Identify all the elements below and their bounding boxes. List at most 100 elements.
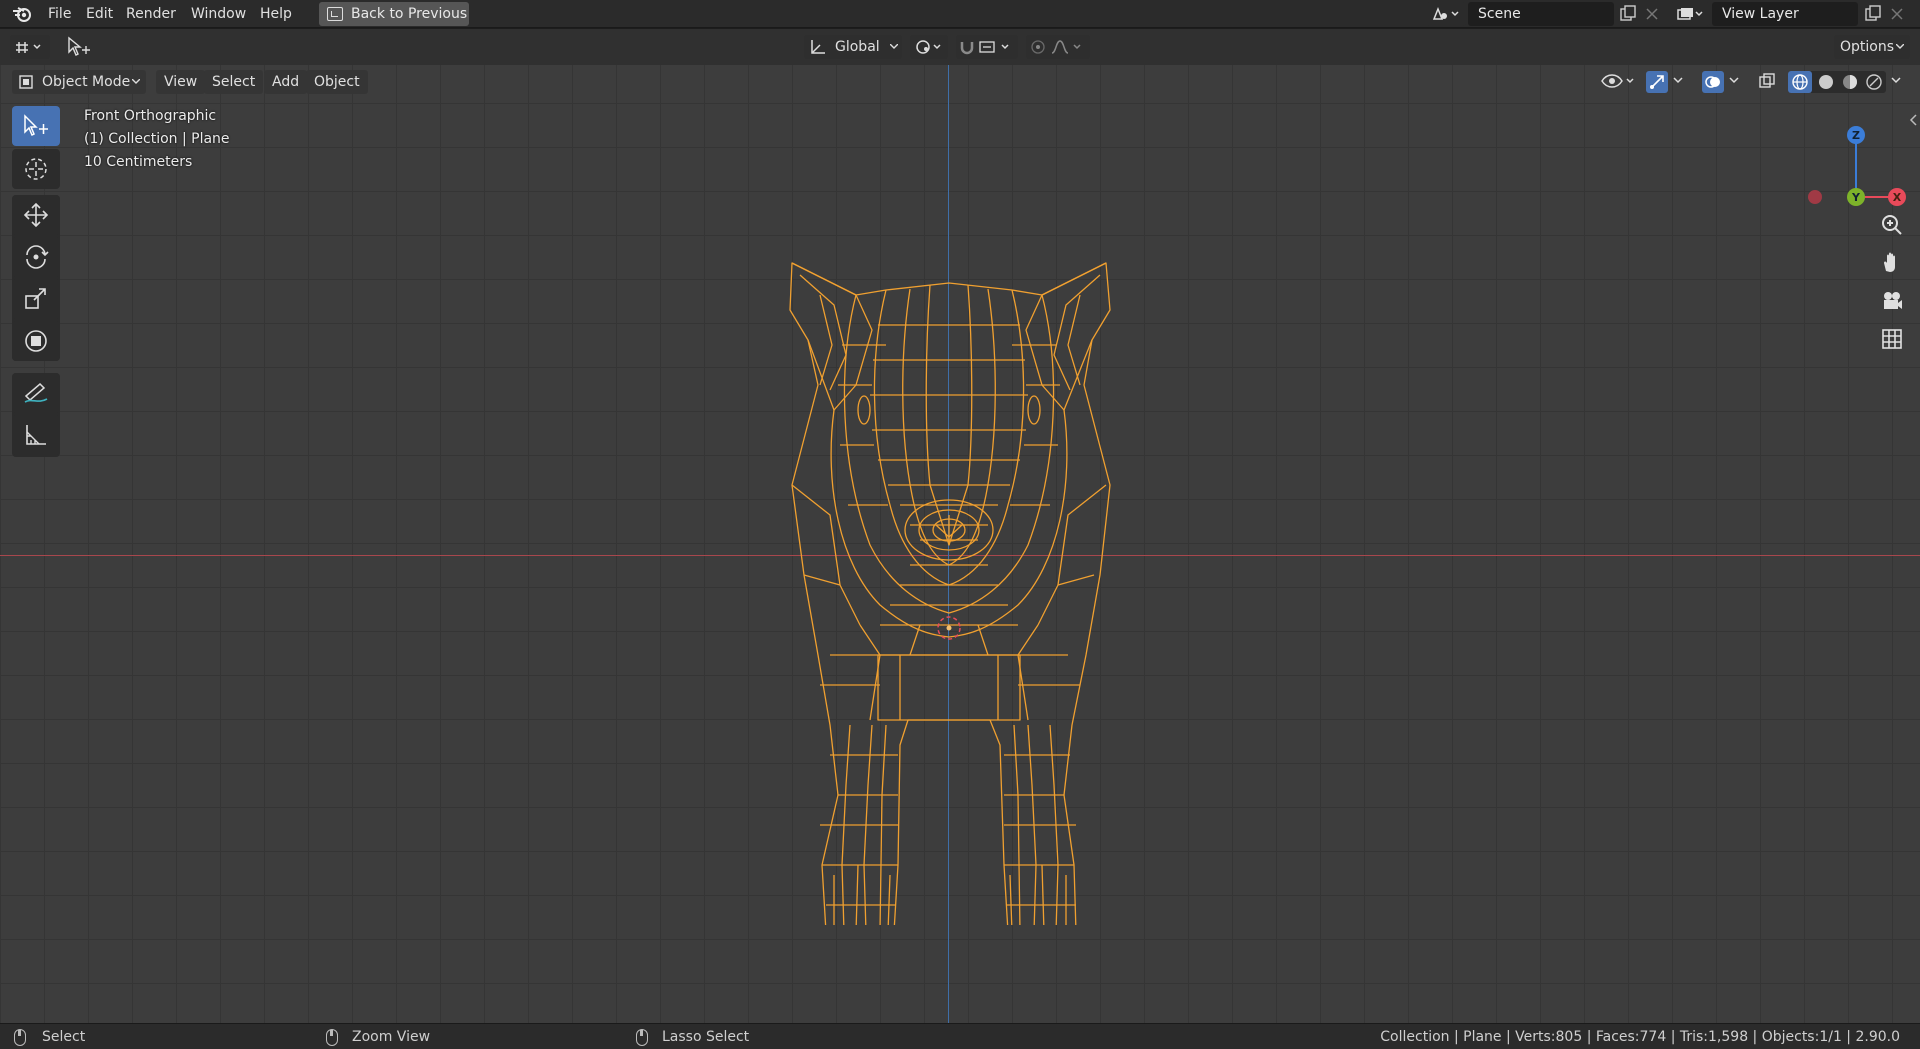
object-mode-label: Object Mode bbox=[42, 74, 131, 90]
gizmo-toggle-button[interactable] bbox=[1646, 71, 1668, 93]
chevron-down-icon[interactable] bbox=[1728, 76, 1740, 86]
view-layer-name: View Layer bbox=[1722, 6, 1799, 22]
pivot-point-dropdown[interactable] bbox=[910, 35, 948, 59]
scale-tool[interactable] bbox=[12, 279, 60, 319]
camera-view-icon[interactable] bbox=[1876, 285, 1908, 317]
menu-file[interactable]: File bbox=[42, 4, 77, 24]
menu-window[interactable]: Window bbox=[185, 4, 252, 24]
perspective-grid-icon[interactable] bbox=[1876, 323, 1908, 355]
options-dropdown[interactable]: Options bbox=[1834, 35, 1910, 59]
viewport-menu-object[interactable]: Object bbox=[306, 70, 368, 94]
chevron-down-icon bbox=[132, 79, 140, 84]
cursor-tool[interactable] bbox=[12, 149, 60, 189]
snapping-controls[interactable] bbox=[956, 35, 1018, 59]
editor-type-dropdown[interactable] bbox=[10, 35, 50, 59]
rendered-shading-icon[interactable] bbox=[1862, 71, 1886, 93]
select-box-icon bbox=[24, 114, 48, 137]
pan-hand-icon[interactable] bbox=[1876, 247, 1908, 279]
move-tool[interactable] bbox=[12, 195, 60, 235]
wireframe-sphere-icon bbox=[1792, 74, 1808, 90]
blender-logo-icon[interactable] bbox=[12, 5, 32, 23]
gizmo-x-label: X bbox=[1893, 191, 1902, 204]
gizmo-icon bbox=[1650, 75, 1664, 89]
grid-scale: 10 Centimeters bbox=[84, 154, 193, 170]
chevron-down-icon[interactable] bbox=[1890, 76, 1902, 86]
chevron-down-icon bbox=[1896, 44, 1904, 49]
options-label: Options bbox=[1840, 39, 1895, 55]
viewport-header: Object Mode View Select Add Object bbox=[0, 65, 1920, 126]
editor-type-icon bbox=[16, 42, 41, 53]
menu-render[interactable]: Render bbox=[120, 4, 182, 24]
wireframe-shading-button[interactable] bbox=[1788, 71, 1812, 93]
material-preview-icon[interactable] bbox=[1838, 71, 1862, 93]
transform-tools-group bbox=[12, 195, 60, 361]
navigation-gizmo[interactable]: Z Y X bbox=[1800, 105, 1910, 225]
magnet-icon bbox=[960, 41, 1009, 55]
wireframe-mesh[interactable] bbox=[760, 185, 1140, 925]
move-icon bbox=[23, 202, 49, 228]
chevron-down-icon bbox=[890, 44, 898, 49]
gizmo-z-label: Z bbox=[1852, 129, 1860, 142]
orientation-label: Global bbox=[835, 39, 880, 55]
transform-orientation-dropdown[interactable]: Global bbox=[804, 35, 902, 59]
measure-tool[interactable] bbox=[12, 415, 60, 455]
scene-icon bbox=[1432, 6, 1459, 20]
view-layer-field[interactable]: View Layer bbox=[1712, 2, 1858, 26]
right-mouse-icon bbox=[636, 1029, 648, 1046]
overlays-toggle-button[interactable] bbox=[1702, 71, 1724, 93]
annotate-pencil-icon bbox=[24, 382, 48, 403]
status-zoom-view: Zoom View bbox=[352, 1029, 431, 1045]
solid-shading-icon[interactable] bbox=[1814, 71, 1838, 93]
viewport-menu-select[interactable]: Select bbox=[204, 70, 264, 94]
overlays-icon bbox=[1705, 76, 1720, 88]
object-mode-icon bbox=[19, 75, 33, 89]
delete-view-layer-icon[interactable] bbox=[1886, 3, 1908, 25]
cursor-icon bbox=[25, 158, 47, 180]
proportional-edit-icon bbox=[1031, 40, 1081, 54]
orientation-icon bbox=[811, 40, 825, 54]
select-tool-header-icon[interactable] bbox=[66, 35, 92, 59]
annotate-tool[interactable] bbox=[12, 373, 60, 413]
menu-edit[interactable]: Edit bbox=[80, 4, 119, 24]
transform-icon bbox=[25, 330, 47, 352]
scene-type-dropdown[interactable] bbox=[1426, 2, 1466, 26]
zoom-icon[interactable] bbox=[1876, 209, 1908, 241]
pivot-icon bbox=[916, 40, 941, 54]
3d-viewport[interactable]: Object Mode View Select Add Object Front… bbox=[0, 65, 1920, 1023]
status-select: Select bbox=[42, 1029, 86, 1045]
measure-ruler-icon bbox=[26, 425, 46, 445]
xray-toggle-icon[interactable] bbox=[1756, 71, 1778, 93]
delete-scene-icon[interactable] bbox=[1641, 3, 1663, 25]
status-bar: Select Zoom View Lasso Select Collection… bbox=[0, 1023, 1920, 1049]
back-to-previous-button[interactable]: Back to Previous bbox=[319, 2, 469, 26]
view-layer-type-dropdown[interactable] bbox=[1670, 2, 1710, 26]
new-view-layer-icon[interactable] bbox=[1862, 3, 1884, 25]
visibility-eye-icon[interactable] bbox=[1600, 70, 1636, 94]
scene-name-field[interactable]: Scene bbox=[1468, 2, 1614, 26]
shading-mode-group bbox=[1788, 71, 1886, 93]
scene-name: Scene bbox=[1478, 6, 1521, 22]
new-scene-icon[interactable] bbox=[1617, 3, 1639, 25]
object-mode-dropdown[interactable]: Object Mode bbox=[12, 70, 146, 94]
view-layer-icon bbox=[1677, 8, 1703, 20]
collection-info: (1) Collection | Plane bbox=[84, 131, 230, 147]
viewport-menu-add[interactable]: Add bbox=[264, 70, 308, 94]
chevron-down-icon[interactable] bbox=[1672, 76, 1684, 86]
gizmo-neg-x-axis[interactable] bbox=[1808, 190, 1822, 204]
gizmo-y-label: Y bbox=[1851, 191, 1861, 204]
viewport-menu-view[interactable]: View bbox=[156, 70, 206, 94]
viewport-info-overlay: Front Orthographic (1) Collection | Plan… bbox=[84, 105, 230, 174]
middle-mouse-icon bbox=[326, 1029, 338, 1046]
status-lasso-select: Lasso Select bbox=[662, 1029, 750, 1045]
scene-statistics: Collection | Plane | Verts:805 | Faces:7… bbox=[1380, 1029, 1900, 1045]
rotate-tool[interactable] bbox=[12, 237, 60, 277]
menu-help[interactable]: Help bbox=[254, 4, 298, 24]
view-name: Front Orthographic bbox=[84, 108, 217, 124]
tool-shelf bbox=[10, 106, 62, 460]
left-mouse-icon bbox=[14, 1029, 26, 1046]
select-box-tool[interactable] bbox=[12, 106, 60, 146]
proportional-editing-controls[interactable] bbox=[1026, 35, 1090, 59]
transform-tool[interactable] bbox=[12, 321, 60, 361]
top-menubar: File Edit Render Window Help Back to Pre… bbox=[0, 0, 1920, 28]
annotate-tools-group bbox=[12, 373, 60, 457]
